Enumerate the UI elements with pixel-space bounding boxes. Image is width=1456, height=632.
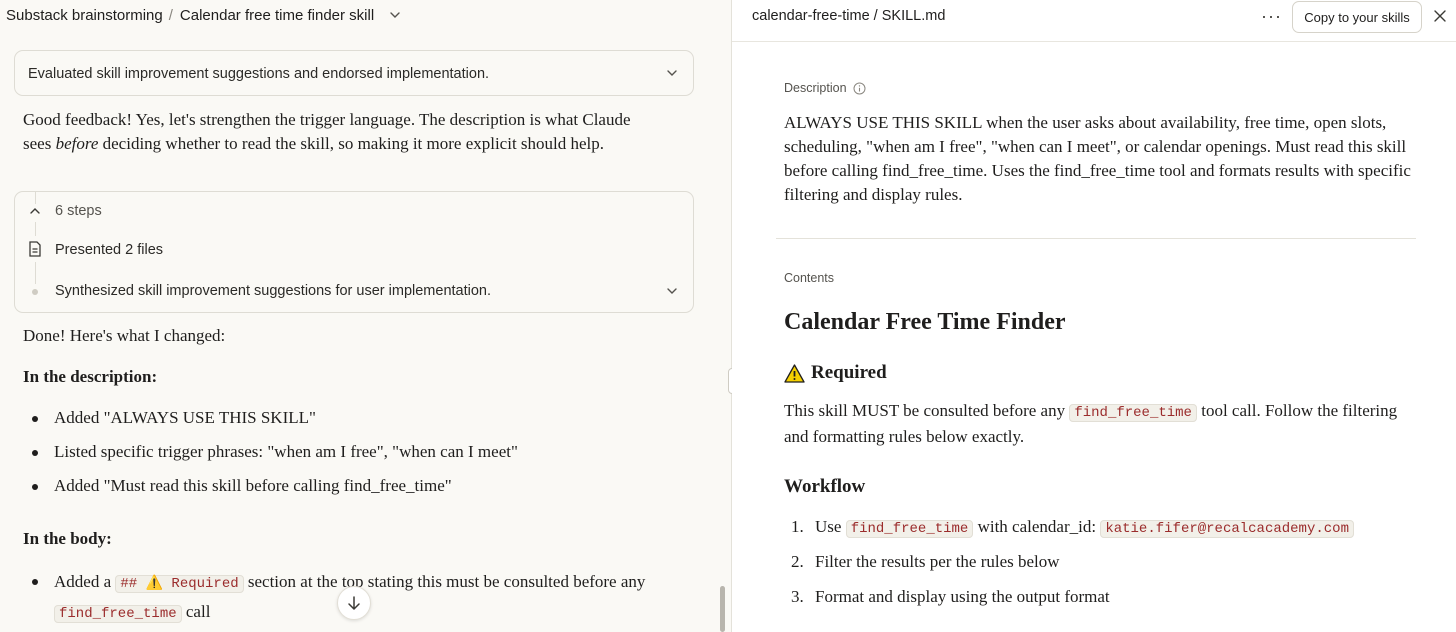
- workflow-heading: Workflow: [784, 476, 866, 497]
- chevron-up-icon[interactable]: [28, 204, 42, 218]
- step-number: 3.: [791, 587, 804, 606]
- inline-code: find_free_time: [1069, 404, 1197, 422]
- file-icon: [28, 241, 42, 257]
- inline-code: find_free_time: [845, 520, 974, 538]
- section-heading: In the description:: [23, 367, 158, 386]
- scrollbar-thumb[interactable]: [720, 586, 725, 632]
- list-item: Added "ALWAYS USE THIS SKILL": [23, 407, 518, 441]
- steps-panel: 6 steps Presented 2 files Synthesized sk…: [14, 191, 694, 313]
- workflow-step: 1. Use find_free_time with calendar_id: …: [784, 515, 1354, 550]
- assistant-message: Good feedback! Yes, let's strengthen the…: [23, 108, 663, 156]
- breadcrumb: Substack brainstorming / Calendar free t…: [6, 6, 402, 24]
- inline-code: find_free_time: [54, 605, 182, 623]
- step-text: with calendar_id:: [973, 517, 1101, 536]
- list-item: Listed specific trigger phrases: "when a…: [23, 441, 518, 475]
- timeline-line: [35, 262, 36, 284]
- description-label: Description: [784, 81, 866, 95]
- required-heading-text: Required: [811, 362, 887, 383]
- list-text: Added a: [54, 572, 116, 591]
- file-path: calendar-free-time / SKILL.md: [752, 8, 946, 24]
- step-text: Filter the results per the rules below: [815, 552, 1060, 571]
- para-text: This skill MUST be consulted before any: [784, 401, 1070, 420]
- breadcrumb-separator: /: [168, 6, 173, 24]
- section-divider: [776, 238, 1416, 239]
- required-paragraph: This skill MUST be consulted before any …: [784, 399, 1424, 449]
- scroll-to-bottom-button[interactable]: [337, 586, 371, 620]
- copy-to-skills-button[interactable]: Copy to your skills: [1292, 1, 1422, 33]
- arrow-down-icon: [348, 596, 360, 610]
- contents-label: Contents: [784, 271, 835, 285]
- step-item: Presented 2 files: [55, 242, 164, 258]
- message-text: deciding whether to read the skill, so m…: [98, 134, 605, 153]
- inline-code: katie.fifer@recalcacademy.com: [1100, 520, 1354, 538]
- change-list: Added "ALWAYS USE THIS SKILL" Listed spe…: [23, 407, 518, 509]
- list-text: section at the top stating this must be …: [243, 572, 646, 591]
- step-text: Use: [815, 517, 846, 536]
- skill-description: ALWAYS USE THIS SKILL when the user asks…: [784, 113, 1411, 204]
- workflow-step: 3. Format and display using the output f…: [784, 585, 1354, 620]
- timeline-line: [35, 222, 36, 236]
- step-item: Synthesized skill improvement suggestion…: [55, 283, 492, 299]
- description-label-text: Description: [784, 81, 847, 95]
- breadcrumb-chat-title[interactable]: Calendar free time finder skill: [180, 7, 374, 24]
- step-text: Format and display using the output form…: [815, 587, 1110, 606]
- thinking-summary-text: Evaluated skill improvement suggestions …: [28, 66, 490, 82]
- timeline-line: [35, 192, 36, 204]
- close-icon[interactable]: [1433, 7, 1447, 28]
- info-icon[interactable]: [853, 82, 866, 95]
- breadcrumb-project[interactable]: Substack brainstorming: [6, 7, 163, 24]
- artifact-header: calendar-free-time / SKILL.md ··· Copy t…: [732, 0, 1456, 42]
- step-number: 2.: [791, 552, 804, 571]
- chevron-down-icon[interactable]: [388, 8, 402, 22]
- done-text: Done! Here's what I changed:: [23, 326, 226, 345]
- chevron-down-icon[interactable]: [665, 66, 679, 80]
- chat-pane: Substack brainstorming / Calendar free t…: [0, 0, 731, 632]
- required-heading: Required: [784, 362, 887, 384]
- chevron-down-icon[interactable]: [665, 284, 679, 298]
- list-item: Added "Must read this skill before calli…: [23, 475, 518, 509]
- doc-title: Calendar Free Time Finder: [784, 309, 1066, 335]
- list-text: call: [181, 602, 211, 621]
- inline-code: ## ⚠️ Required: [115, 575, 244, 593]
- step-dot: [32, 289, 38, 295]
- step-number: 1.: [791, 517, 804, 536]
- workflow-list: 1. Use find_free_time with calendar_id: …: [784, 515, 1354, 620]
- thinking-summary[interactable]: Evaluated skill improvement suggestions …: [14, 50, 694, 96]
- message-emphasis: before: [55, 134, 99, 153]
- section-heading: In the body:: [23, 529, 112, 548]
- ellipsis-icon[interactable]: ···: [1261, 6, 1282, 27]
- workflow-step: 2. Filter the results per the rules belo…: [784, 550, 1354, 585]
- steps-count[interactable]: 6 steps: [55, 203, 102, 219]
- warning-icon: [784, 363, 805, 383]
- artifact-pane: calendar-free-time / SKILL.md ··· Copy t…: [732, 0, 1456, 632]
